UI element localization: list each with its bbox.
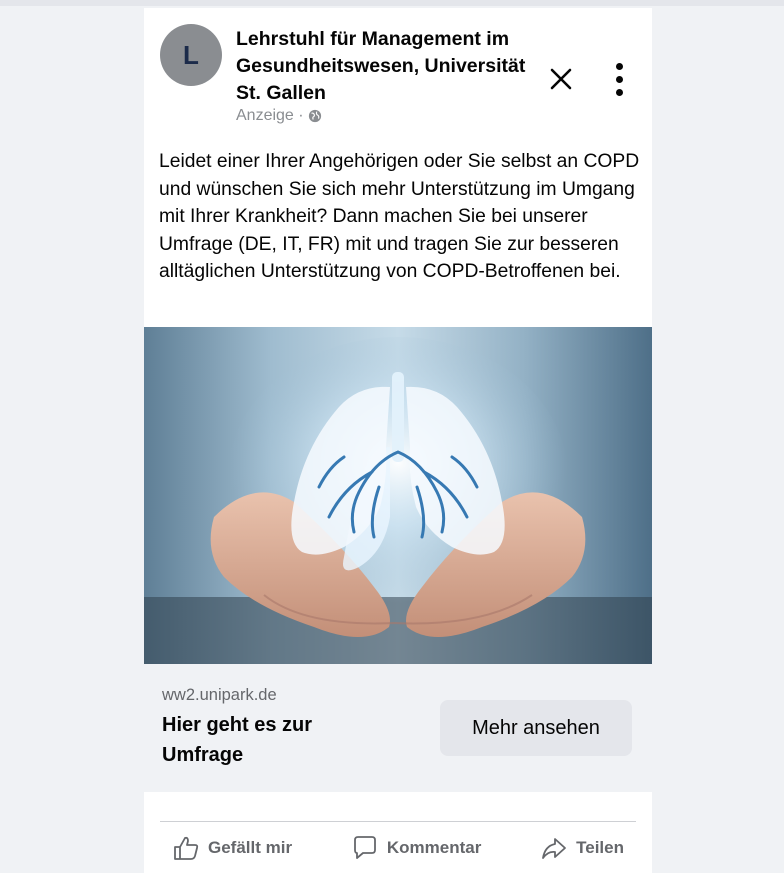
share-button[interactable]: Teilen xyxy=(528,834,636,862)
link-domain: ww2.unipark.de xyxy=(162,686,277,704)
post-actions: Gefällt mir Kommentar Teilen xyxy=(160,828,636,868)
close-button[interactable] xyxy=(540,58,582,100)
more-button[interactable]: Mehr ansehen xyxy=(440,700,632,756)
close-icon xyxy=(550,68,572,90)
sponsored-label: Anzeige · xyxy=(236,107,304,124)
more-options-icon xyxy=(615,62,623,70)
comment-button[interactable]: Kommentar xyxy=(339,834,493,862)
avatar[interactable]: L xyxy=(160,24,222,86)
post-body-text: Leidet einer Ihrer Angehörigen oder Sie … xyxy=(159,151,640,283)
actions-divider xyxy=(160,821,636,822)
share-label: Teilen xyxy=(576,838,624,857)
more-options-icon xyxy=(615,75,623,83)
more-options-button[interactable] xyxy=(604,56,634,102)
link-preview[interactable]: ww2.unipark.de Hier geht es zur Umfrage … xyxy=(144,664,652,792)
share-icon xyxy=(542,838,567,859)
sponsored-row: Anzeige · xyxy=(236,107,322,125)
comment-label: Kommentar xyxy=(386,838,482,857)
page-name-link[interactable]: Lehrstuhl für Management im Gesundheitsw… xyxy=(236,26,536,107)
comment-icon xyxy=(353,836,376,859)
globe-icon xyxy=(308,109,321,123)
sponsored-post-card: L Lehrstuhl für Management im Gesundheit… xyxy=(144,8,652,873)
thumbs-up-icon xyxy=(174,836,199,860)
ad-image[interactable] xyxy=(144,327,652,664)
avatar-letter: L xyxy=(183,39,199,70)
lungs-in-hands-illustration xyxy=(144,327,652,664)
more-options-icon xyxy=(615,88,623,96)
like-label: Gefällt mir xyxy=(208,838,293,857)
link-headline[interactable]: Hier geht es zur Umfrage xyxy=(162,710,392,770)
like-button[interactable]: Gefällt mir xyxy=(160,834,304,862)
right-panel xyxy=(652,6,784,873)
